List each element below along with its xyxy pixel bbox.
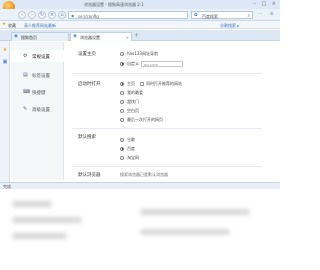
menu-item-label: 快捷键: [32, 90, 46, 96]
startup-option-favorites[interactable]: 我的最爱: [120, 90, 143, 96]
radio-button[interactable]: [120, 90, 124, 95]
option-label: 最后一次打开的网页: [127, 117, 163, 122]
menu-icon[interactable]: ⋯ ≡: [258, 12, 277, 17]
menu-item-general[interactable]: ⚙ 常规设置: [11, 50, 64, 62]
menu-item-shortcuts[interactable]: ⌨ 快捷键: [11, 86, 64, 98]
favorites-right-link[interactable]: 谷歌搜索 ▸: [220, 23, 239, 29]
startup-option-home[interactable]: 主页 同时打开推荐的网站: [120, 81, 182, 87]
homepage-custom-option[interactable]: 自定义 qq.com: [120, 60, 183, 67]
radio-button[interactable]: [120, 61, 124, 66]
tab-browser-settings[interactable]: ◉ 浏览器设置 ×: [70, 32, 132, 41]
page-icon: ◉: [14, 34, 18, 39]
tool-icon: ✎: [23, 105, 28, 112]
option-label: 我的最爱: [127, 90, 143, 95]
radio-button[interactable]: [120, 117, 124, 122]
side-toolbar: ★ ▣: [0, 41, 10, 182]
home-button[interactable]: ⌂: [58, 11, 66, 19]
window-title: 浏览器设置 - 搜狗高速浏览器 2.1: [84, 2, 144, 7]
tab-label: 浏览器设置: [80, 34, 100, 40]
tab-label: 搜狗首页: [21, 34, 37, 40]
option-label: hao123网址导航: [127, 51, 159, 56]
search-box[interactable]: ✿ 百度搜索 ⌕: [191, 11, 253, 19]
radio-button[interactable]: [120, 81, 124, 86]
radio-button[interactable]: [120, 155, 124, 160]
section-divider: [72, 166, 262, 167]
startup-option-last-session[interactable]: 最后一次打开的网页: [120, 117, 163, 123]
address-text[interactable]: se://config: [78, 14, 99, 19]
menu-item-tabs[interactable]: ▤ 标签设置: [11, 69, 64, 81]
blurred-region: [0, 189, 280, 270]
baidu-icon: ✿: [194, 13, 198, 18]
tabs-icon: ▤: [23, 71, 28, 78]
tab-sogou-home[interactable]: ◉ 搜狗首页: [11, 32, 69, 41]
title-bar: 浏览器设置 - 搜狗高速浏览器 2.1 – □ ×: [0, 0, 280, 13]
blurred-content: [12, 233, 67, 239]
checkbox-label: 同时打开推荐的网站: [146, 81, 182, 86]
checkbox[interactable]: [140, 81, 144, 86]
refresh-button[interactable]: ↻: [38, 11, 46, 19]
radio-button[interactable]: [120, 137, 124, 142]
section-divider: [72, 73, 262, 74]
section-divider: [72, 128, 262, 129]
back-button[interactable]: ‹: [18, 11, 26, 19]
blurred-content: [140, 209, 250, 215]
search-option-google[interactable]: 谷歌: [120, 137, 135, 143]
blurred-content: [12, 217, 82, 223]
search-section-title: 默认搜索: [78, 135, 96, 140]
default-browser-note: 搜索浏览器已是默认浏览器: [120, 172, 168, 177]
homepage-section-title: 设置主页: [78, 52, 96, 57]
gear-icon: ⚙: [23, 52, 28, 59]
default-browser-section-title: 默认浏览器: [78, 173, 101, 178]
option-label: 主页: [127, 81, 135, 86]
option-label: 自定义: [127, 61, 139, 66]
homepage-default-option[interactable]: hao123网址导航: [120, 51, 158, 57]
settings-page-icon: ◉: [73, 34, 77, 39]
option-label: 空白页: [127, 108, 139, 113]
menu-item-advanced[interactable]: ✎ 高级设置: [11, 103, 64, 115]
startup-option-blank[interactable]: 空白页: [120, 108, 139, 114]
menu-item-label: 常规设置: [32, 54, 50, 60]
status-bar: 完成: [0, 182, 280, 189]
favorites-icon[interactable]: ★: [2, 47, 8, 53]
option-label: 谷歌: [127, 137, 135, 142]
blurred-content: [12, 201, 52, 207]
homepage-url-input[interactable]: qq.com: [141, 60, 183, 67]
startup-section-title: 启动时打开: [78, 82, 101, 87]
search-option-baidu[interactable]: 百度: [120, 146, 135, 152]
option-label: 百度: [127, 146, 135, 151]
search-input[interactable]: 百度搜索: [202, 14, 218, 20]
search-option-taobao[interactable]: 淘宝网: [120, 155, 139, 161]
option-label: 超快门: [127, 99, 139, 104]
favorites-label[interactable]: 收藏: [8, 23, 16, 29]
radio-button[interactable]: [120, 146, 124, 151]
settings-menu: ⚙ 常规设置 ▤ 标签设置 ⌨ 快捷键 ✎ 高级设置: [11, 42, 64, 180]
forward-button[interactable]: ›: [28, 11, 36, 19]
startup-option-speeddial[interactable]: 超快门: [120, 99, 139, 105]
new-tab-button[interactable]: +: [134, 32, 139, 39]
tab-bar: ◉ 搜狗首页 ◉ 浏览器设置 × +: [0, 30, 280, 41]
radio-button[interactable]: [120, 108, 124, 113]
page-icon: ◉: [71, 13, 75, 18]
stop-button[interactable]: ×: [48, 11, 56, 19]
navigation-bar: ‹ › ↻ × ⌂ ◉ se://config ✿ 百度搜索 ⌕ ⋯ ≡: [0, 9, 280, 21]
menu-item-label: 高级设置: [32, 107, 50, 113]
option-label: 淘宝网: [127, 155, 139, 160]
star-icon: ★: [2, 22, 7, 27]
history-icon[interactable]: ▣: [2, 59, 8, 65]
radio-button[interactable]: [120, 99, 124, 104]
radio-button[interactable]: [120, 51, 124, 56]
address-bar[interactable]: ◉ se://config: [68, 11, 188, 19]
favorite-link[interactable]: 高人推荐网站最新: [24, 23, 56, 29]
menu-item-label: 标签设置: [32, 73, 50, 79]
blurred-content: [140, 229, 230, 235]
search-icon[interactable]: ⌕: [247, 13, 250, 19]
close-icon[interactable]: ×: [126, 35, 129, 40]
window-controls[interactable]: – □ ×: [253, 1, 278, 7]
keyboard-icon: ⌨: [23, 88, 31, 95]
favorites-bar: ★ 收藏 高人推荐网站最新 谷歌搜索 ▸: [0, 21, 280, 29]
